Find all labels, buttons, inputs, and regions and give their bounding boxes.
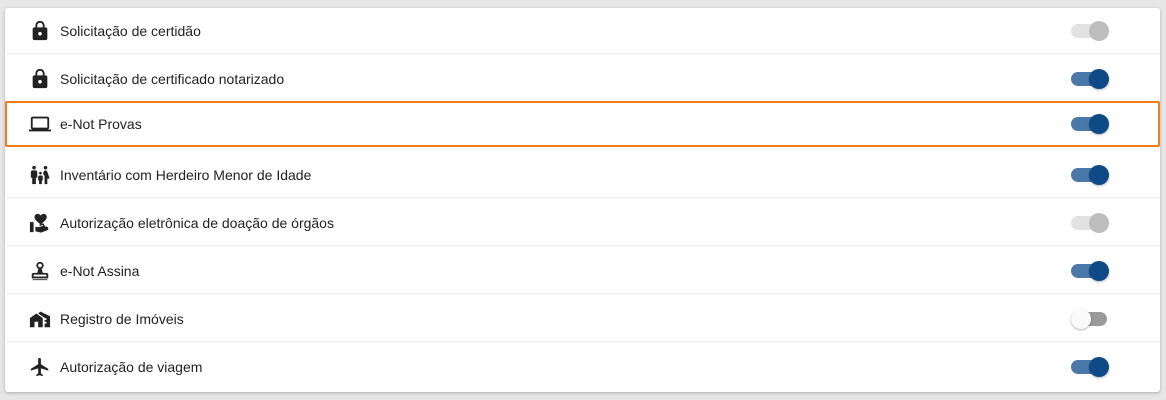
service-row-autorizacao-viagem: Autorização de viagem [5,344,1160,390]
laptop-icon [29,113,51,135]
service-label: e-Not Assina [60,262,140,279]
service-row-enot-provas: e-Not Provas [5,101,1160,147]
service-toggle[interactable] [1071,164,1109,186]
stamp-icon [29,260,51,282]
service-toggle[interactable] [1071,212,1109,234]
service-label: Autorização eletrônica de doação de órgã… [60,214,334,231]
lock-icon [29,68,51,90]
service-label: Solicitação de certidão [60,22,201,39]
service-label: Registro de Imóveis [60,310,184,327]
service-toggle[interactable] [1071,356,1109,378]
service-toggle[interactable] [1071,68,1109,90]
houses-icon [29,308,51,330]
family-icon [29,164,51,186]
service-row-enot-assina: e-Not Assina [5,248,1160,294]
service-row-doacao-orgaos: Autorização eletrônica de doação de órgã… [5,200,1160,246]
service-label: Solicitação de certificado notarizado [60,70,285,87]
service-row-inventario: Inventário com Herdeiro Menor de Idade [5,152,1160,198]
service-toggle[interactable] [1071,113,1109,135]
service-toggle[interactable] [1071,20,1109,42]
service-row-certificado-notarizado: Solicitação de certificado notarizado [5,56,1160,102]
service-label: Inventário com Herdeiro Menor de Idade [60,166,312,183]
volunteer-heart-icon [29,212,51,234]
service-row-registro-imoveis: Registro de Imóveis [5,296,1160,342]
service-row-certidao: Solicitação de certidão [5,8,1160,54]
services-panel: Solicitação de certidão Solicitação de c… [5,8,1160,392]
service-toggle[interactable] [1071,260,1109,282]
service-label: e-Not Provas [60,116,142,132]
lock-icon [29,20,51,42]
service-label: Autorização de viagem [60,359,203,375]
airplane-icon [29,356,51,378]
service-toggle[interactable] [1071,308,1109,330]
